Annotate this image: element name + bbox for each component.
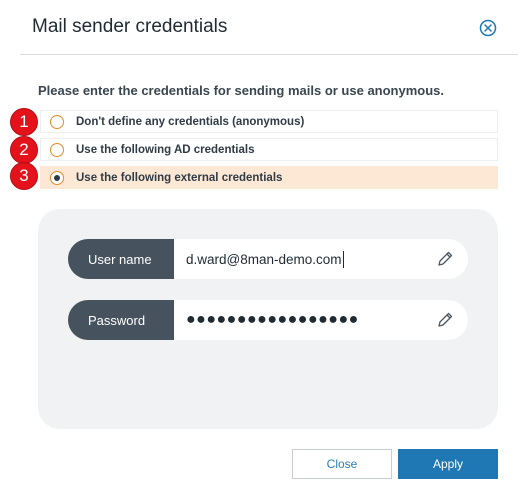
option-label: Use the following AD credentials <box>76 143 255 156</box>
apply-button[interactable]: Apply <box>398 449 498 479</box>
instruction-text: Please enter the credentials for sending… <box>38 83 445 98</box>
mail-sender-credentials-dialog: Mail sender credentials Please enter the… <box>0 0 518 496</box>
radio-button[interactable] <box>50 114 64 129</box>
step-badge-3: 3 <box>10 162 38 190</box>
username-value: d.ward@8man-demo.com <box>186 251 342 267</box>
option-label: Don't define any credentials (anonymous) <box>76 115 305 128</box>
password-field: Password ●●●●●●●●●●●●●●●●● <box>68 300 468 340</box>
step-badge-1: 1 <box>10 108 38 136</box>
password-label: Password <box>68 300 174 340</box>
close-button[interactable]: Close <box>292 449 392 479</box>
username-label: User name <box>68 239 174 279</box>
header-divider <box>20 54 518 55</box>
option-label: Use the following external credentials <box>76 171 283 184</box>
close-dialog-button[interactable] <box>479 19 497 37</box>
radio-button[interactable] <box>50 142 64 157</box>
step-badge-2: 2 <box>10 136 38 164</box>
username-field: User name d.ward@8man-demo.com <box>68 239 468 279</box>
option-external-credentials[interactable]: Use the following external credentials <box>40 166 498 189</box>
option-anonymous[interactable]: Don't define any credentials (anonymous) <box>40 110 498 133</box>
password-input[interactable]: ●●●●●●●●●●●●●●●●● <box>174 300 468 340</box>
username-input[interactable]: d.ward@8man-demo.com <box>174 239 468 279</box>
pencil-icon <box>438 312 453 327</box>
text-caret <box>342 250 344 268</box>
option-ad-credentials[interactable]: Use the following AD credentials <box>40 138 498 161</box>
edit-password-button[interactable] <box>436 311 454 329</box>
pencil-icon <box>438 251 453 266</box>
dialog-title: Mail sender credentials <box>32 16 228 37</box>
close-circle-icon <box>479 19 497 37</box>
edit-username-button[interactable] <box>436 250 454 268</box>
radio-button-selected[interactable] <box>50 170 64 185</box>
password-value: ●●●●●●●●●●●●●●●●● <box>186 311 359 328</box>
